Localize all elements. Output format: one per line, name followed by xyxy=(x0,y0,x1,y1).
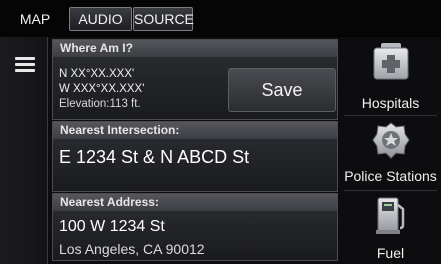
category-fuel[interactable]: Fuel xyxy=(340,192,441,264)
longitude-text: W XXX°XX.XXX' xyxy=(59,83,145,95)
divider xyxy=(344,115,437,116)
hospital-icon xyxy=(372,41,410,81)
category-label: Police Stations xyxy=(344,168,437,184)
location-info-panel: Where Am I? N XX°XX.XXX' W XXX°XX.XXX' E… xyxy=(52,39,338,261)
address-street: 100 W 1234 St xyxy=(59,218,165,235)
intersection-text: E 1234 St & N ABCD St xyxy=(59,147,250,167)
save-button[interactable]: Save xyxy=(228,68,336,112)
nearest-address-header: Nearest Address: xyxy=(53,194,337,211)
top-tab-bar: MAP AUDIO SOURCE xyxy=(0,0,441,37)
category-police-stations[interactable]: Police Stations xyxy=(340,117,441,193)
hamburger-menu-icon[interactable] xyxy=(15,57,35,73)
category-label: Fuel xyxy=(376,245,405,261)
police-badge-icon xyxy=(372,121,410,161)
category-column: Hospitals Police Stations Fuel xyxy=(340,37,441,264)
where-am-i-section: Where Am I? N XX°XX.XXX' W XXX°XX.XXX' E… xyxy=(52,39,338,120)
latitude-text: N XX°XX.XXX' xyxy=(59,68,135,80)
elevation-text: Elevation:113 ft. xyxy=(59,98,141,110)
address-city: Los Angeles, CA 90012 xyxy=(59,241,205,257)
nearest-address-section[interactable]: Nearest Address: 100 W 1234 St Los Angel… xyxy=(52,193,338,261)
category-label: Hospitals xyxy=(361,95,420,111)
menu-strip xyxy=(0,37,48,264)
divider xyxy=(344,190,437,191)
tab-source[interactable]: SOURCE xyxy=(133,7,194,31)
nearest-intersection-section[interactable]: Nearest Intersection: E 1234 St & N ABCD… xyxy=(52,121,338,192)
tab-map[interactable]: MAP xyxy=(4,7,66,31)
nearest-intersection-header: Nearest Intersection: xyxy=(53,122,337,139)
category-hospitals[interactable]: Hospitals xyxy=(340,37,441,113)
fuel-pump-icon xyxy=(372,195,410,235)
where-am-i-header: Where Am I? xyxy=(53,40,337,57)
tab-audio[interactable]: AUDIO xyxy=(69,7,132,31)
